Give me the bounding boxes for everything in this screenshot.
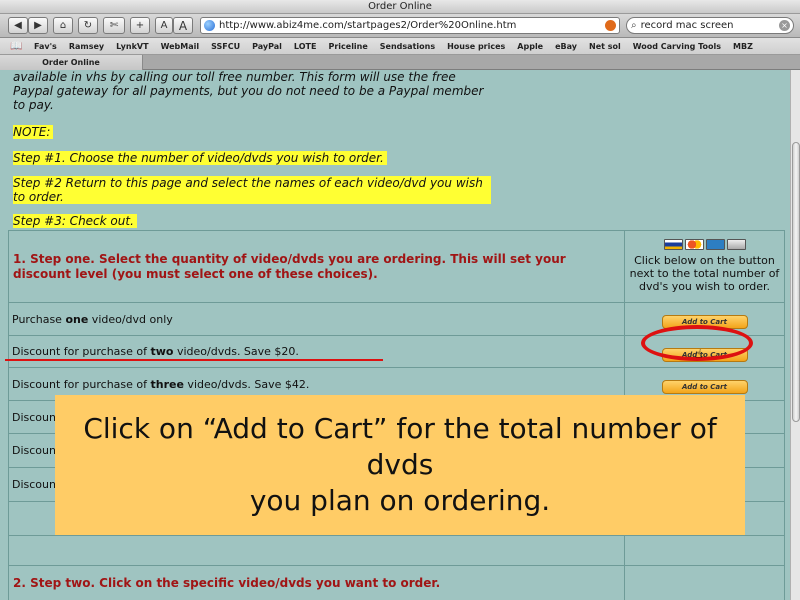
bookmark-item[interactable]: Apple xyxy=(517,42,543,51)
globe-icon xyxy=(204,20,215,31)
snapback-button[interactable]: ✄ xyxy=(103,17,125,34)
bookmark-item[interactable]: Wood Carving Tools xyxy=(633,42,721,51)
forward-arrow-icon: ▶ xyxy=(34,20,42,31)
bookmark-item[interactable]: Sendsations xyxy=(380,42,435,51)
qty-option-one: Purchase one video/dvd only xyxy=(8,302,625,336)
credit-cards-icon xyxy=(625,238,784,250)
add-bookmark-button[interactable]: + xyxy=(130,17,150,34)
window-title: Order Online xyxy=(0,0,800,14)
note-label: NOTE: xyxy=(13,125,54,139)
search-icon: ⌕ xyxy=(631,20,637,31)
bookmarks-bar: 📖 Fav's Ramsey LynkVT WebMail SSFCU PayP… xyxy=(0,38,800,55)
callout-line-1: Click on “Add to Cart” for the total num… xyxy=(83,412,717,481)
mastercard-icon xyxy=(684,238,704,250)
bookmarks-book-icon[interactable]: 📖 xyxy=(10,41,24,52)
callout-line-2: you plan on ordering. xyxy=(249,484,551,517)
text-smaller-button[interactable]: A xyxy=(155,17,173,34)
cards-cell: Click below on the button next to the to… xyxy=(624,230,785,303)
reload-button[interactable]: ↻ xyxy=(78,17,98,34)
bookmark-item[interactable]: Priceline xyxy=(328,42,367,51)
text-bigger-button[interactable]: A xyxy=(173,17,193,34)
bookmark-item[interactable]: House prices xyxy=(447,42,505,51)
url-text: http://www.abiz4me.com/startpages2/Order… xyxy=(219,20,517,31)
bookmark-item[interactable]: Ramsey xyxy=(69,42,104,51)
search-field[interactable]: ⌕ record mac screen × xyxy=(626,17,794,34)
visa-card-icon xyxy=(663,238,683,250)
search-text: record mac screen xyxy=(640,20,734,31)
reload-icon: ↻ xyxy=(83,20,93,31)
instruction-callout: Click on “Add to Cart” for the total num… xyxy=(55,395,745,535)
bookmark-item[interactable]: Fav's xyxy=(34,42,57,51)
browser-toolbar: ◀ ▶ ⌂ ↻ ✄ + A A http://www.abiz4me.com/s… xyxy=(0,14,800,38)
bookmark-item[interactable]: MBZ xyxy=(733,42,753,51)
red-underline-annotation xyxy=(5,359,383,361)
bookmark-item[interactable]: Net sol xyxy=(589,42,621,51)
back-arrow-icon: ◀ xyxy=(14,20,22,31)
back-button[interactable]: ◀ xyxy=(8,17,28,34)
add-to-cart-button[interactable]: Add to Cart xyxy=(661,380,748,394)
qty-option-two: Discount for purchase of two video/dvds.… xyxy=(8,335,625,368)
bookmark-item[interactable]: PayPal xyxy=(252,42,282,51)
scrollbar-thumb[interactable] xyxy=(792,142,800,422)
table-row: 1. Step one. Select the quantity of vide… xyxy=(8,230,785,303)
step2-text: Step #2 Return to this page and select t… xyxy=(13,176,491,204)
table-row xyxy=(8,535,785,566)
step1-text: Step #1. Choose the number of video/dvds… xyxy=(13,151,387,165)
step3-text: Step #3: Check out. xyxy=(13,214,137,228)
tab-order-online[interactable]: Order Online xyxy=(0,55,143,70)
clear-search-icon[interactable]: × xyxy=(779,20,790,31)
intro-text: available in vhs by calling our toll fre… xyxy=(13,70,484,112)
site-icon xyxy=(605,20,616,31)
bookmark-item[interactable]: eBay xyxy=(555,42,577,51)
hand-cursor-icon: ☝ xyxy=(695,347,703,361)
bookmark-item[interactable]: SSFCU xyxy=(211,42,240,51)
bookmark-item[interactable]: WebMail xyxy=(161,42,200,51)
tab-bar: Order Online xyxy=(0,55,800,70)
step-two-heading: 2. Step two. Click on the specific video… xyxy=(8,565,625,600)
step-one-heading: 1. Step one. Select the quantity of vide… xyxy=(8,230,625,303)
table-row: 2. Step two. Click on the specific video… xyxy=(8,565,785,600)
vertical-scrollbar[interactable] xyxy=(790,70,800,600)
discover-card-icon xyxy=(726,238,746,250)
amex-card-icon xyxy=(705,238,725,250)
bookmark-item[interactable]: LOTE xyxy=(294,42,317,51)
forward-button[interactable]: ▶ xyxy=(28,17,48,34)
address-bar[interactable]: http://www.abiz4me.com/startpages2/Order… xyxy=(200,17,620,34)
home-icon: ⌂ xyxy=(59,20,67,31)
home-button[interactable]: ⌂ xyxy=(53,17,73,34)
snapback-icon: ✄ xyxy=(109,20,119,31)
bookmark-item[interactable]: LynkVT xyxy=(116,42,148,51)
add-to-cart-instruction: Click below on the button next to the to… xyxy=(629,253,780,293)
